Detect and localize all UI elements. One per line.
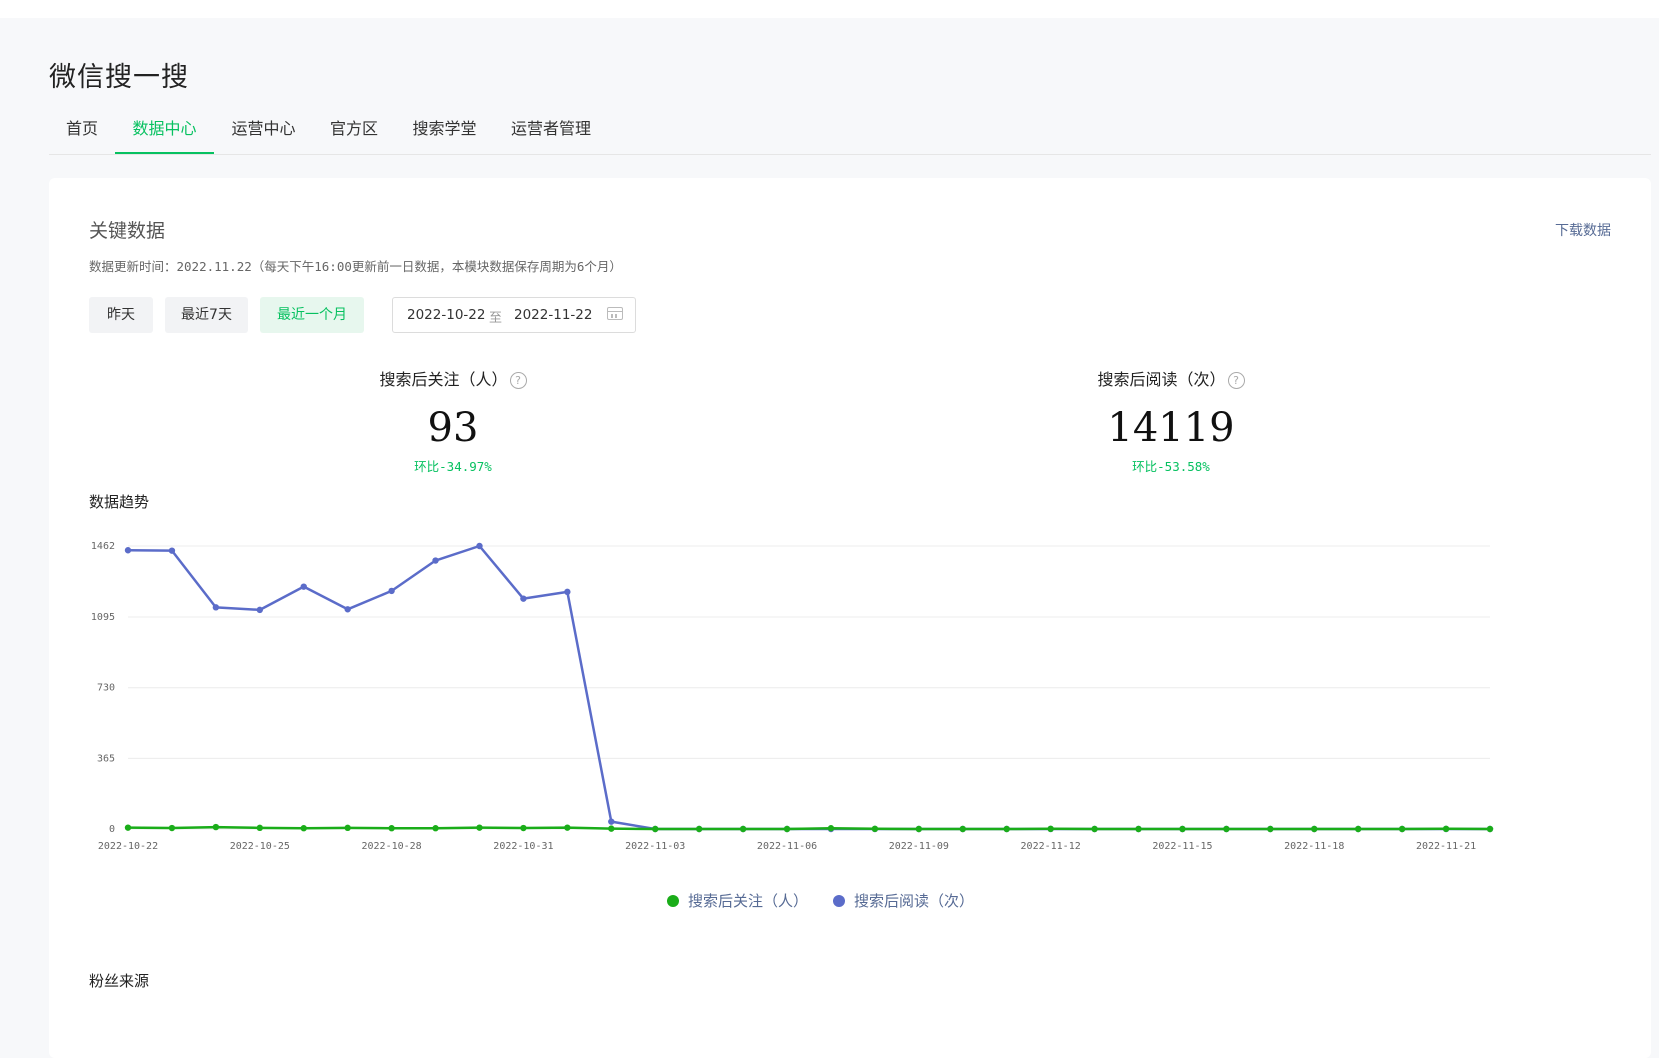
data-point bbox=[1091, 825, 1098, 833]
data-point bbox=[739, 825, 747, 833]
x-tick-label: 2022-11-03 bbox=[625, 841, 685, 852]
data-point bbox=[695, 825, 703, 833]
data-point bbox=[124, 547, 132, 554]
data-point bbox=[1442, 825, 1450, 833]
data-point bbox=[476, 542, 483, 550]
data-point bbox=[344, 824, 351, 832]
legend-follow-label: 搜索后关注（人） bbox=[688, 892, 809, 910]
y-tick-label: 0 bbox=[109, 824, 115, 835]
legend-read-dot bbox=[833, 895, 845, 907]
data-point bbox=[520, 824, 527, 832]
x-tick-label: 2022-11-06 bbox=[757, 841, 817, 852]
data-point bbox=[256, 606, 264, 614]
data-point bbox=[564, 824, 571, 831]
fans-source-title: 粉丝来源 bbox=[89, 972, 150, 990]
x-tick-label: 2022-11-18 bbox=[1284, 841, 1344, 852]
key-data-card: 关键数据 下载数据 数据更新时间：2022.11.22（每天下午16:00更新前… bbox=[49, 178, 1651, 1058]
data-point bbox=[652, 825, 659, 833]
data-point bbox=[300, 825, 307, 832]
tab-data-center[interactable]: 数据中心 bbox=[115, 112, 214, 154]
data-point bbox=[212, 823, 220, 831]
y-tick-label: 730 bbox=[97, 683, 115, 694]
x-tick-label: 2022-10-31 bbox=[493, 841, 553, 852]
data-point bbox=[1354, 825, 1362, 833]
data-point bbox=[256, 824, 264, 832]
x-tick-label: 2022-11-09 bbox=[889, 841, 949, 852]
tab-home[interactable]: 首页 bbox=[49, 112, 115, 152]
top-bar bbox=[0, 0, 1659, 18]
x-tick-label: 2022-10-22 bbox=[98, 841, 158, 852]
data-point bbox=[388, 825, 395, 832]
data-point bbox=[915, 825, 923, 833]
y-tick-label: 365 bbox=[97, 753, 115, 764]
data-point bbox=[432, 557, 439, 564]
tab-search-academy[interactable]: 搜索学堂 bbox=[395, 112, 494, 152]
x-tick-label: 2022-11-21 bbox=[1416, 841, 1476, 852]
legend-read-label: 搜索后阅读（次） bbox=[854, 892, 975, 910]
data-point bbox=[212, 604, 220, 611]
data-point bbox=[1267, 825, 1274, 833]
data-point bbox=[520, 595, 527, 602]
tab-operation-center[interactable]: 运营中心 bbox=[214, 112, 313, 152]
data-point bbox=[432, 825, 439, 832]
x-tick-label: 2022-11-15 bbox=[1152, 841, 1212, 852]
data-point bbox=[344, 606, 351, 613]
data-point bbox=[959, 825, 966, 833]
y-tick-label: 1095 bbox=[91, 612, 115, 623]
data-point bbox=[1135, 825, 1142, 833]
legend-item-follow[interactable]: 搜索后关注（人） bbox=[667, 890, 808, 911]
tab-operator-management[interactable]: 运营者管理 bbox=[494, 112, 608, 152]
legend-item-read[interactable]: 搜索后阅读（次） bbox=[833, 890, 974, 911]
data-point bbox=[1179, 825, 1186, 833]
data-point bbox=[827, 825, 835, 832]
trend-chart: 0 365 730 1095 1462 2022-10-22 2022-10-25 2022-… bbox=[91, 541, 1494, 852]
data-point bbox=[1003, 825, 1010, 833]
data-point bbox=[300, 583, 307, 590]
x-tick-label: 2022-10-25 bbox=[230, 841, 290, 852]
data-point bbox=[871, 825, 879, 833]
series-line bbox=[127, 825, 1491, 831]
data-point bbox=[1398, 825, 1406, 833]
data-point bbox=[608, 825, 615, 832]
data-point bbox=[608, 818, 615, 825]
data-point bbox=[1223, 825, 1230, 833]
x-tick-label: 2022-11-12 bbox=[1021, 841, 1081, 852]
data-point bbox=[1047, 825, 1054, 833]
data-point bbox=[168, 824, 176, 832]
data-point bbox=[124, 824, 132, 831]
data-point bbox=[783, 825, 791, 833]
data-point bbox=[1486, 825, 1494, 833]
legend-follow-dot bbox=[667, 895, 679, 907]
data-point bbox=[388, 587, 395, 595]
data-point bbox=[564, 588, 571, 596]
app-title: 微信搜一搜 bbox=[49, 62, 189, 93]
data-point bbox=[476, 824, 483, 831]
data-point bbox=[168, 547, 176, 554]
x-tick-label: 2022-10-28 bbox=[362, 841, 422, 852]
y-tick-label: 1462 bbox=[91, 541, 115, 552]
tab-official-zone[interactable]: 官方区 bbox=[313, 112, 395, 152]
data-point bbox=[1311, 825, 1318, 833]
main-nav: 首页 数据中心 运营中心 官方区 搜索学堂 运营者管理 bbox=[49, 112, 1651, 155]
